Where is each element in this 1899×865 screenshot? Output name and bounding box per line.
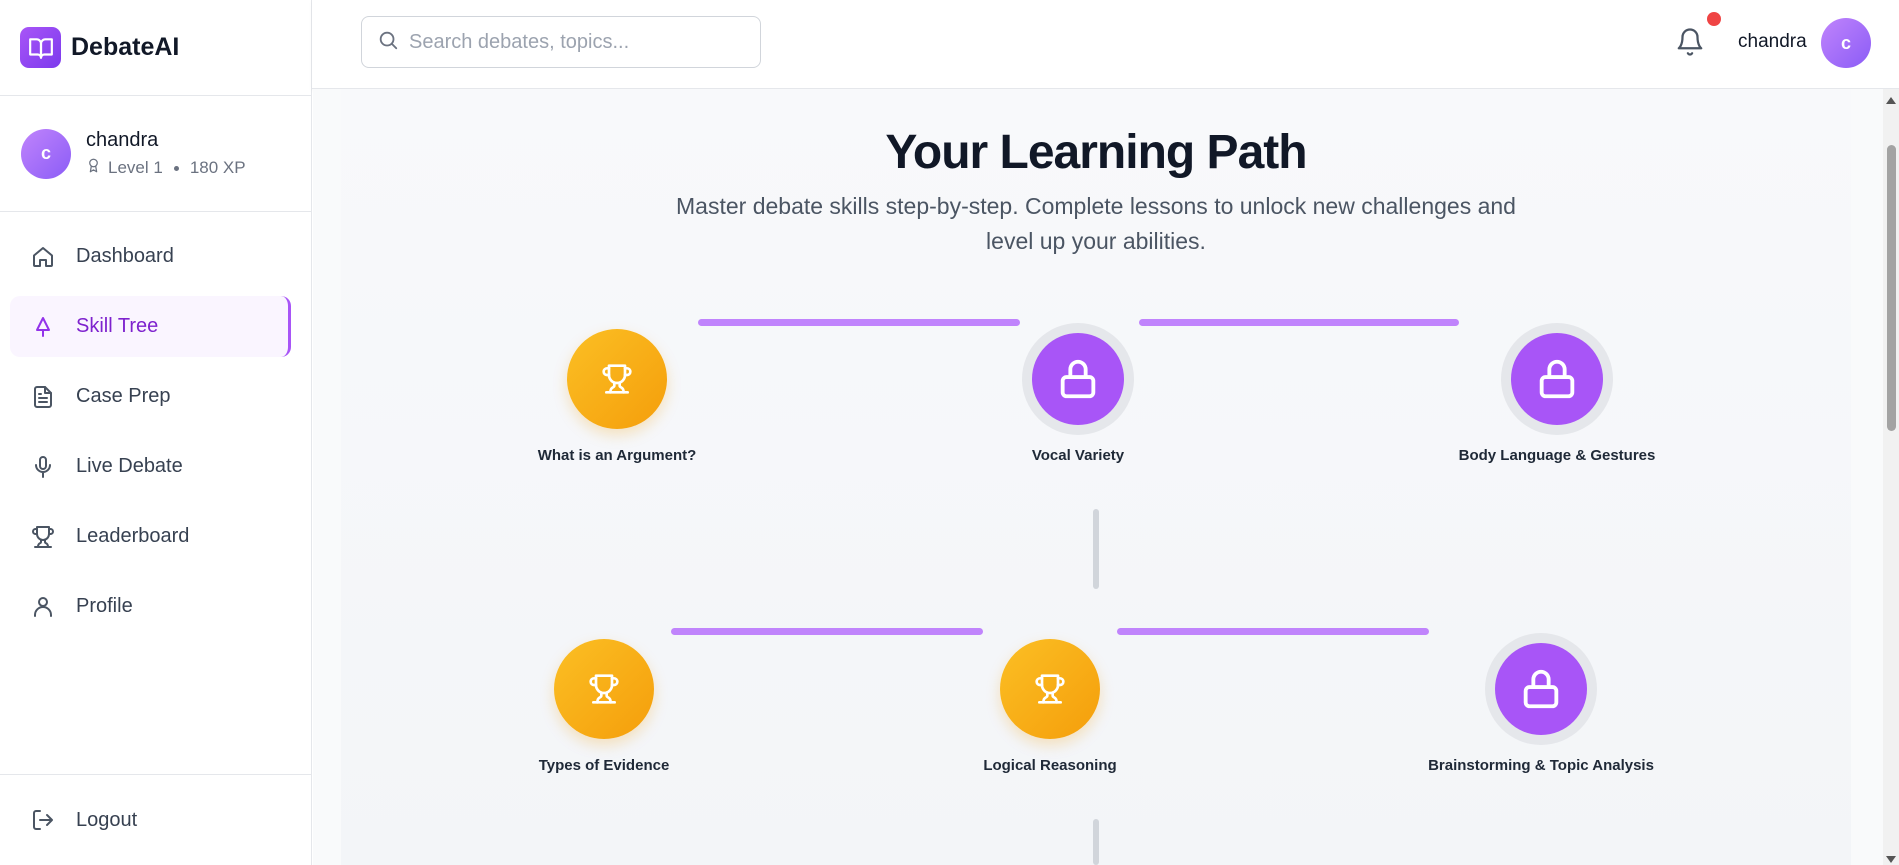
trophy-icon bbox=[567, 329, 667, 429]
user-card: c chandra Level 1 180 XP bbox=[0, 96, 311, 212]
lock-node bbox=[1022, 323, 1134, 435]
sidebar-item-label: Live Debate bbox=[76, 455, 183, 477]
skill-node-label: Vocal Variety bbox=[1031, 447, 1125, 464]
trophy-icon bbox=[1000, 639, 1100, 739]
sidebar-item-live-debate[interactable]: Live Debate bbox=[10, 436, 301, 497]
sidebar: DebateAI c chandra Level 1 180 XP Dashbo… bbox=[0, 0, 312, 865]
skill-node-types-of-evidence[interactable]: Types of Evidence bbox=[454, 639, 754, 774]
path-connector bbox=[1117, 628, 1429, 635]
sidebar-item-profile[interactable]: Profile bbox=[10, 576, 301, 637]
skill-node-label: Brainstorming & Topic Analysis bbox=[1428, 757, 1654, 774]
sidebar-item-label: Skill Tree bbox=[76, 315, 159, 337]
avatar: c bbox=[21, 128, 71, 179]
scroll-down-arrow-icon[interactable] bbox=[1886, 856, 1896, 863]
skill-node-label: Types of Evidence bbox=[538, 757, 670, 774]
page-subtitle: Master debate skills step-by-step. Compl… bbox=[676, 193, 1516, 254]
path-vertical-connector bbox=[1093, 509, 1099, 589]
lock-icon bbox=[1032, 333, 1124, 425]
lock-icon bbox=[1511, 333, 1603, 425]
user-icon bbox=[30, 594, 56, 620]
book-open-icon bbox=[20, 27, 61, 68]
vertical-scrollbar[interactable] bbox=[1883, 89, 1899, 865]
user-meta: Level 1 180 XP bbox=[86, 158, 246, 178]
home-icon bbox=[30, 244, 56, 270]
search-box[interactable] bbox=[361, 16, 761, 68]
user-name: chandra bbox=[86, 129, 159, 151]
skill-node-body-language[interactable]: Body Language & Gestures bbox=[1407, 323, 1707, 464]
top-username[interactable]: chandra bbox=[1738, 31, 1807, 53]
logout-button[interactable]: Logout bbox=[10, 790, 301, 851]
skill-node-brainstorming[interactable]: Brainstorming & Topic Analysis bbox=[1391, 633, 1691, 774]
separator-dot bbox=[173, 165, 179, 171]
sidebar-item-label: Dashboard bbox=[76, 245, 174, 267]
skill-node-label: Logical Reasoning bbox=[983, 757, 1117, 774]
user-info: chandra Level 1 180 XP bbox=[86, 129, 246, 178]
page-title: Your Learning Path bbox=[885, 126, 1307, 179]
skill-node-vocal-variety[interactable]: Vocal Variety bbox=[928, 323, 1228, 464]
sidebar-item-case-prep[interactable]: Case Prep bbox=[10, 366, 301, 427]
brand-name: DebateAI bbox=[71, 33, 180, 61]
user-level: Level 1 bbox=[108, 158, 163, 177]
logout-label: Logout bbox=[76, 808, 138, 831]
learning-path-panel: Your Learning Path Master debate skills … bbox=[341, 89, 1851, 865]
top-avatar[interactable]: c bbox=[1821, 18, 1871, 68]
skill-node-what-is-an-argument[interactable]: What is an Argument? bbox=[467, 329, 767, 464]
sidebar-item-leaderboard[interactable]: Leaderboard bbox=[10, 506, 301, 567]
skill-node-label: What is an Argument? bbox=[537, 447, 697, 464]
sidebar-item-dashboard[interactable]: Dashboard bbox=[10, 226, 301, 287]
tree-icon bbox=[30, 314, 56, 340]
lock-icon bbox=[1495, 643, 1587, 735]
award-icon bbox=[86, 158, 101, 178]
lock-node bbox=[1485, 633, 1597, 745]
main-area: Your Learning Path Master debate skills … bbox=[313, 89, 1899, 865]
logout-section: Logout bbox=[0, 774, 311, 865]
search-input[interactable] bbox=[409, 30, 739, 54]
trophy-icon bbox=[554, 639, 654, 739]
notification-badge bbox=[1707, 12, 1721, 26]
top-bar: chandra c bbox=[312, 0, 1899, 89]
trophy-icon bbox=[30, 524, 56, 550]
lock-node bbox=[1501, 323, 1613, 435]
sidebar-item-label: Profile bbox=[76, 595, 133, 617]
path-connector bbox=[671, 628, 983, 635]
search-icon bbox=[377, 29, 399, 56]
document-icon bbox=[30, 384, 56, 410]
user-xp: 180 XP bbox=[189, 158, 246, 177]
skill-node-logical-reasoning[interactable]: Logical Reasoning bbox=[900, 639, 1200, 774]
notification-bell-icon[interactable] bbox=[1675, 26, 1705, 58]
sidebar-item-label: Case Prep bbox=[76, 385, 171, 407]
sidebar-nav: Dashboard Skill Tree Case Prep Live Deba… bbox=[0, 212, 311, 637]
logout-icon bbox=[30, 807, 56, 833]
microphone-icon bbox=[30, 454, 56, 480]
brand[interactable]: DebateAI bbox=[0, 0, 311, 96]
sidebar-item-label: Leaderboard bbox=[76, 525, 190, 547]
sidebar-item-skill-tree[interactable]: Skill Tree bbox=[10, 296, 291, 357]
scroll-thumb[interactable] bbox=[1887, 145, 1896, 431]
skill-node-label: Body Language & Gestures bbox=[1458, 447, 1656, 464]
scroll-up-arrow-icon[interactable] bbox=[1886, 97, 1896, 104]
path-vertical-connector bbox=[1093, 819, 1099, 865]
